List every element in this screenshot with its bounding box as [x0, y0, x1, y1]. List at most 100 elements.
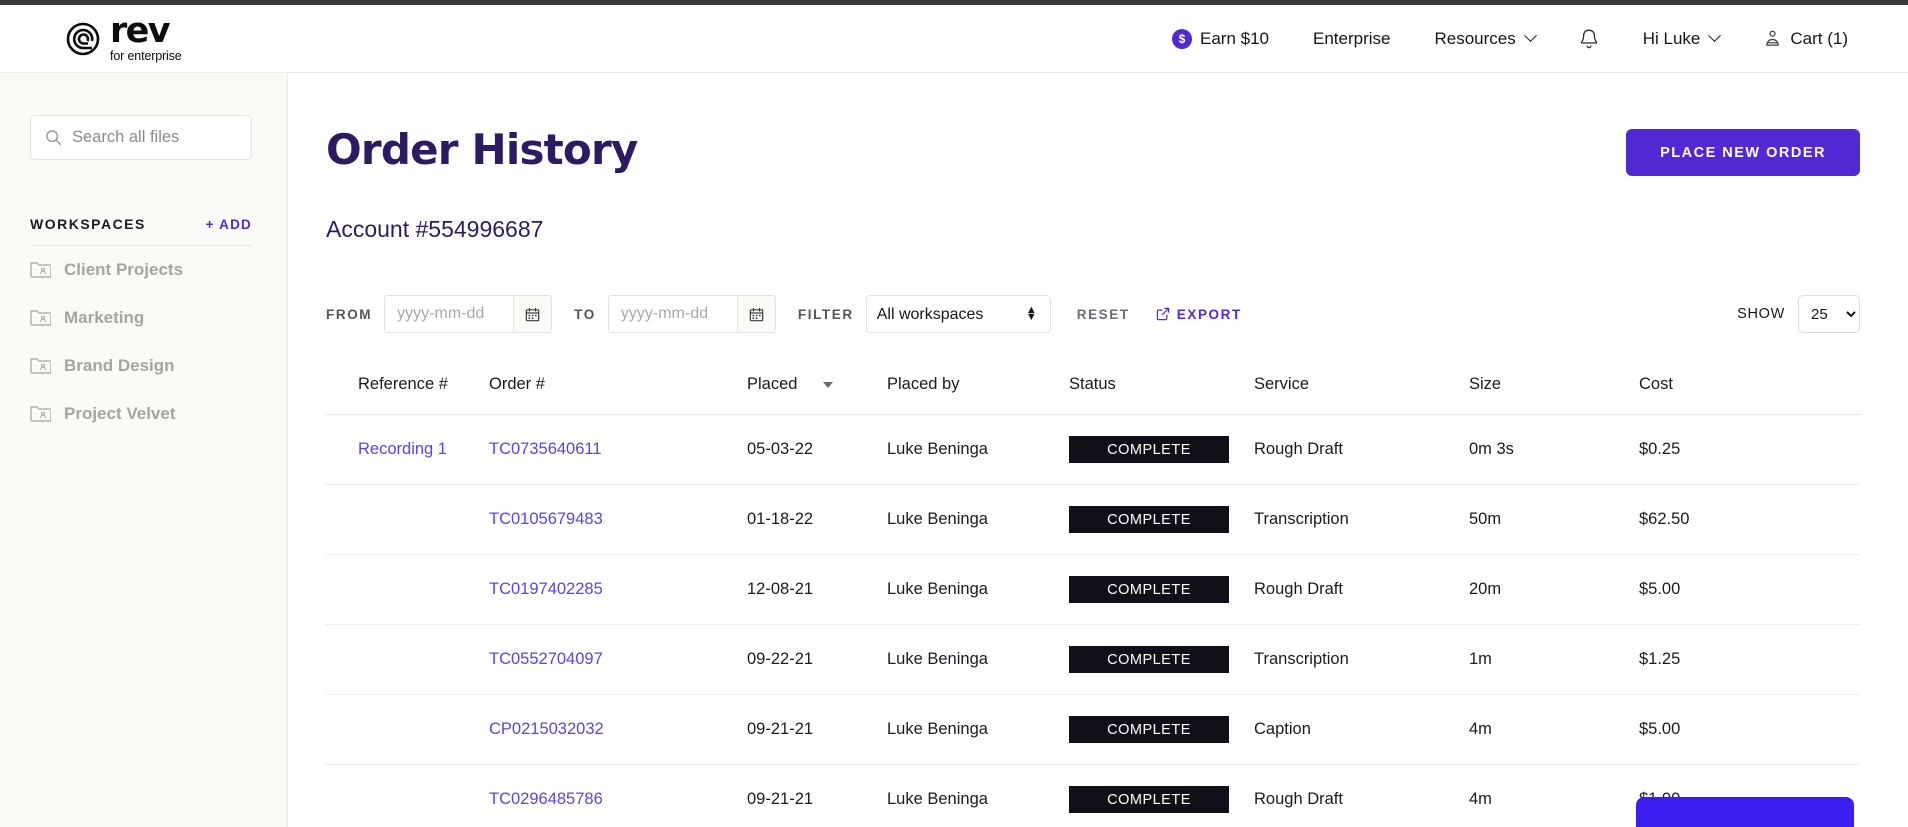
main-content: Order History PLACE NEW ORDER Account #5… [288, 73, 1908, 827]
media-size: 4m [1469, 764, 1639, 827]
workspaces-title: WORKSPACES [30, 216, 146, 232]
to-date-group[interactable] [607, 295, 776, 333]
chevron-down-icon [1523, 29, 1537, 43]
nav-resources[interactable]: Resources [1412, 29, 1556, 49]
status-badge: COMPLETE [1069, 646, 1229, 673]
table-header: Reference # Order # Placed Placed by Sta… [326, 363, 1860, 415]
sidebar-item-label: Brand Design [64, 356, 175, 375]
column-header-size[interactable]: Size [1469, 363, 1639, 415]
column-header-reference[interactable]: Reference # [326, 363, 489, 415]
order-history-table: Reference # Order # Placed Placed by Sta… [326, 363, 1860, 827]
media-size: 0m 3s [1469, 414, 1639, 485]
rev-logo[interactable]: rev for enterprise [66, 14, 182, 63]
shared-folder-icon [30, 310, 51, 326]
order-link[interactable]: TC0197402285 [489, 580, 603, 598]
filter-label: FILTER [797, 306, 854, 322]
show-rows-select[interactable]: 25 [1798, 295, 1860, 333]
sidebar-item-brand-design[interactable]: Brand Design [30, 342, 252, 390]
order-link[interactable]: TC0552704097 [489, 650, 603, 668]
media-size: 1m [1469, 624, 1639, 695]
placed-by: Luke Beninga [887, 694, 1069, 765]
order-link[interactable]: TC0296485786 [489, 790, 603, 808]
nav-user-menu[interactable]: Hi Luke [1621, 29, 1742, 49]
placed-date: 05-03-22 [747, 414, 887, 485]
column-header-status[interactable]: Status [1069, 363, 1254, 415]
from-date-input[interactable] [385, 296, 514, 332]
service-type: Rough Draft [1254, 414, 1469, 485]
nav-enterprise-label: Enterprise [1312, 28, 1391, 48]
nav-cart[interactable]: Cart (1) [1741, 29, 1870, 49]
nav-notifications[interactable] [1557, 28, 1621, 50]
service-type: Transcription [1254, 484, 1469, 555]
table-row[interactable]: TC0197402285 12-08-21 Luke Beninga COMPL… [326, 554, 1860, 625]
column-header-placed[interactable]: Placed [747, 363, 887, 415]
column-header-placed-by[interactable]: Placed by [887, 363, 1069, 415]
sidebar-item-client-projects[interactable]: Client Projects [30, 246, 252, 294]
order-cost: $62.50 [1639, 484, 1860, 555]
nav-enterprise[interactable]: Enterprise [1291, 29, 1412, 49]
page-header-row: Order History PLACE NEW ORDER [326, 125, 1860, 176]
show-label: SHOW [1737, 306, 1785, 322]
status-badge: COMPLETE [1069, 786, 1229, 813]
to-calendar-button[interactable] [736, 296, 775, 332]
chevron-down-icon [1708, 29, 1722, 43]
from-calendar-button[interactable] [513, 296, 552, 332]
search-icon [46, 130, 62, 146]
shared-folder-icon [30, 262, 51, 278]
service-type: Transcription [1254, 624, 1469, 695]
service-type: Caption [1254, 694, 1469, 765]
account-number-label: Account #554996687 [326, 216, 544, 242]
to-label: TO [574, 306, 596, 322]
service-type: Rough Draft [1254, 554, 1469, 625]
placed-date: 12-08-21 [747, 554, 887, 625]
sidebar-item-project-velvet[interactable]: Project Velvet [30, 390, 252, 438]
export-button[interactable]: EXPORT [1156, 307, 1242, 322]
from-date-group[interactable] [384, 295, 553, 333]
table-row[interactable]: Recording 1 TC0735640611 05-03-22 Luke B… [326, 414, 1860, 485]
table-row[interactable]: TC0105679483 01-18-22 Luke Beninga COMPL… [326, 484, 1860, 555]
sidebar-item-label: Marketing [64, 308, 145, 327]
from-label: FROM [326, 306, 373, 322]
filter-toolbar: FROM TO [326, 295, 1860, 333]
table-header-row: Reference # Order # Placed Placed by Sta… [326, 363, 1860, 415]
status-badge: COMPLETE [1069, 506, 1229, 533]
sidebar-item-label: Client Projects [64, 260, 184, 279]
cart-icon [1766, 30, 1780, 46]
to-date-input[interactable] [608, 296, 737, 332]
table-row[interactable]: CP0215032032 09-21-21 Luke Beninga COMPL… [326, 694, 1860, 765]
bell-icon [1580, 29, 1598, 48]
service-type: Rough Draft [1254, 764, 1469, 827]
external-link-icon [1156, 307, 1169, 321]
sort-descending-icon [823, 381, 834, 388]
media-size: 4m [1469, 694, 1639, 765]
nav-cart-label: Cart (1) [1790, 28, 1848, 48]
workspace-filter-wrap: All workspaces ▲ ▼ [865, 295, 1051, 333]
order-cost: $5.00 [1639, 554, 1860, 625]
nav-resources-label: Resources [1434, 28, 1516, 48]
floating-action-button[interactable] [1636, 797, 1854, 827]
placed-date: 09-22-21 [747, 624, 887, 695]
column-header-cost[interactable]: Cost [1639, 363, 1860, 415]
search-all-files-box[interactable] [30, 115, 252, 160]
order-cost: $1.25 [1639, 624, 1860, 695]
search-input[interactable] [72, 128, 237, 147]
table-row[interactable]: TC0552704097 09-22-21 Luke Beninga COMPL… [326, 624, 1860, 695]
nav-earn-ten[interactable]: $ Earn $10 [1150, 28, 1291, 49]
reference-link[interactable]: Recording 1 [358, 440, 447, 458]
order-link[interactable]: TC0735640611 [489, 440, 602, 458]
reset-filters-button[interactable]: RESET [1077, 307, 1130, 322]
workspace-filter-select[interactable]: All workspaces [865, 295, 1051, 333]
logo-wordmark: rev [110, 11, 171, 52]
add-workspace-button[interactable]: + ADD [206, 217, 252, 232]
column-header-service[interactable]: Service [1254, 363, 1469, 415]
sidebar-item-marketing[interactable]: Marketing [30, 294, 252, 342]
placed-date: 09-21-21 [747, 694, 887, 765]
table-row[interactable]: TC0296485786 09-21-21 Luke Beninga COMPL… [326, 764, 1860, 827]
place-new-order-button[interactable]: PLACE NEW ORDER [1626, 129, 1860, 176]
placed-by: Luke Beninga [887, 554, 1069, 625]
order-link[interactable]: TC0105679483 [489, 510, 603, 528]
column-header-order[interactable]: Order # [489, 363, 747, 415]
rev-spiral-icon [66, 22, 100, 55]
order-link[interactable]: CP0215032032 [489, 720, 604, 738]
media-size: 20m [1469, 554, 1639, 625]
